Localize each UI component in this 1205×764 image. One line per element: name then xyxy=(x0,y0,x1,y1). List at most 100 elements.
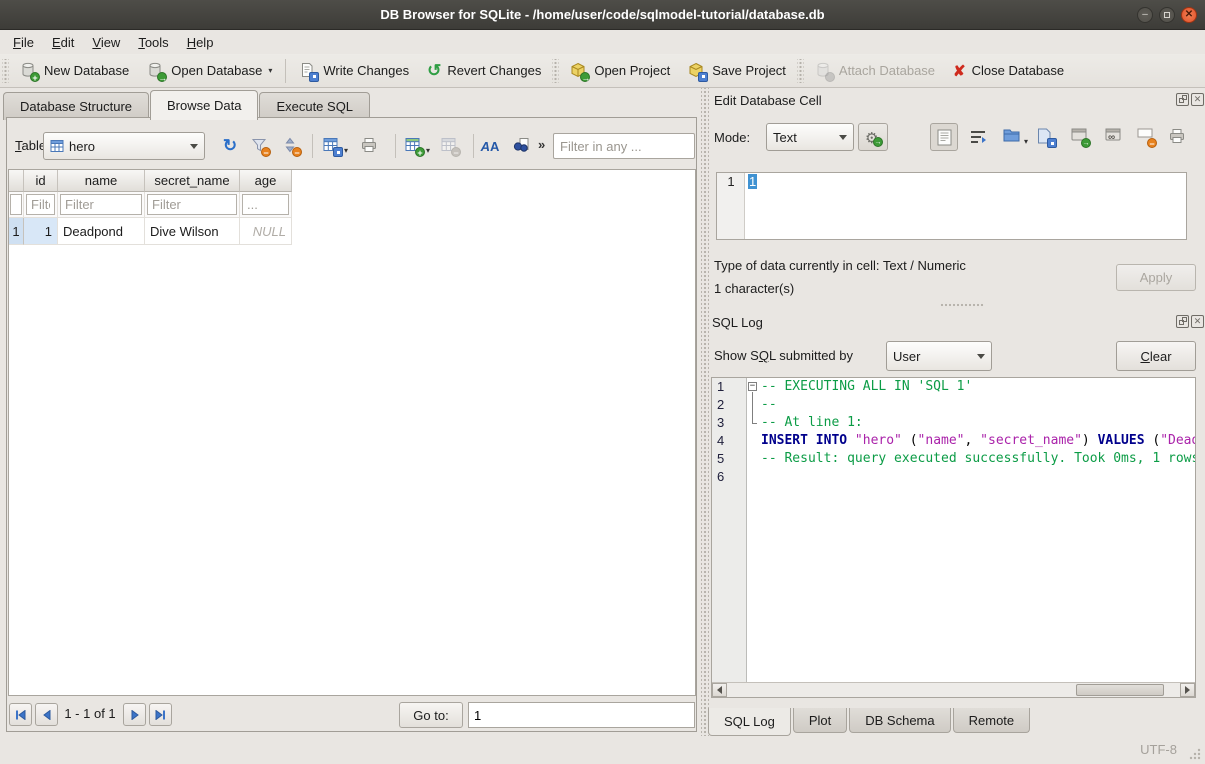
export-table-button[interactable]: ▾ xyxy=(319,133,345,159)
apply-button: Apply xyxy=(1116,264,1196,291)
set-null-button[interactable]: − xyxy=(1134,125,1158,149)
insert-record-icon: + ▾ xyxy=(405,137,423,155)
export-data-button[interactable] xyxy=(1034,125,1058,149)
open-in-external-button[interactable]: → xyxy=(1068,125,1092,149)
column-header-id[interactable]: id xyxy=(24,170,58,192)
goto-button[interactable]: Go to: xyxy=(399,702,463,728)
maximize-button[interactable] xyxy=(1159,7,1175,23)
filter-age-input[interactable] xyxy=(242,194,289,215)
scroll-left-icon xyxy=(717,686,722,694)
save-project-button[interactable]: Save Project xyxy=(679,57,795,85)
float-dock-button[interactable] xyxy=(1176,93,1189,106)
text-mode-button[interactable] xyxy=(930,123,958,151)
menu-file[interactable]: File xyxy=(4,32,43,53)
table-selected-value: hero xyxy=(69,139,95,154)
open-database-dropdown-icon[interactable]: ▾ xyxy=(268,66,272,75)
close-database-button[interactable]: ✘ Close Database xyxy=(944,57,1073,85)
clear-log-button[interactable]: Clear xyxy=(1116,341,1196,371)
insert-record-button[interactable]: + ▾ xyxy=(401,133,427,159)
refresh-button[interactable]: ↻ xyxy=(217,133,243,159)
minimize-button[interactable]: – xyxy=(1137,7,1153,23)
filter-name-input[interactable] xyxy=(60,194,142,215)
filter-any-column-input[interactable] xyxy=(553,133,695,159)
horizontal-scrollbar[interactable] xyxy=(712,682,1195,697)
next-record-button[interactable] xyxy=(123,703,146,726)
word-wrap-button[interactable] xyxy=(966,125,990,149)
goto-record-input[interactable] xyxy=(468,702,695,728)
sql-log-view[interactable]: 1−-- EXECUTING ALL IN 'SQL 1'2--3-- At l… xyxy=(711,377,1196,698)
edit-display-format-button[interactable]: AA xyxy=(477,133,503,159)
filter-secret-name-input[interactable] xyxy=(147,194,237,215)
cell-id[interactable]: 1 xyxy=(24,218,58,245)
menu-tools[interactable]: Tools xyxy=(129,32,177,53)
open-project-button[interactable]: → Open Project xyxy=(561,57,679,85)
tab-execute-sql[interactable]: Execute SQL xyxy=(259,92,370,120)
tab-sql-log[interactable]: SQL Log xyxy=(708,708,791,736)
tab-plot[interactable]: Plot xyxy=(793,708,847,733)
scroll-right-button[interactable] xyxy=(1180,683,1195,697)
filter-name-input[interactable] xyxy=(26,194,55,215)
column-header-age[interactable]: age xyxy=(240,170,292,192)
scroll-left-button[interactable] xyxy=(712,683,727,697)
fold-collapse-icon[interactable]: − xyxy=(748,382,757,391)
menu-help[interactable]: Help xyxy=(178,32,223,53)
column-header-name[interactable]: name xyxy=(58,170,145,192)
scrollbar-thumb[interactable] xyxy=(1076,684,1164,696)
attach-database-icon xyxy=(815,62,833,80)
new-database-button[interactable]: + New Database xyxy=(11,57,138,85)
titlebar[interactable]: DB Browser for SQLite - /home/user/code/… xyxy=(0,0,1205,30)
previous-record-button[interactable] xyxy=(35,703,58,726)
close-button[interactable]: ✕ xyxy=(1181,7,1197,23)
row-header[interactable]: 1 xyxy=(9,218,24,245)
menu-view[interactable]: View xyxy=(83,32,129,53)
print-table-button[interactable] xyxy=(357,133,383,159)
window-controls: – ✕ xyxy=(1137,7,1197,23)
first-record-button[interactable] xyxy=(9,703,32,726)
clear-filters-button[interactable]: − xyxy=(247,133,273,159)
print-cell-button[interactable] xyxy=(1166,125,1190,149)
toolbar-overflow-icon[interactable]: » xyxy=(538,137,545,152)
document-icon xyxy=(937,129,952,146)
record-range-label: 1 - 1 of 1 xyxy=(59,706,121,721)
chevron-down-icon xyxy=(190,144,198,149)
write-changes-button[interactable]: Write Changes xyxy=(290,57,418,85)
cell-name[interactable]: Deadpond xyxy=(58,218,145,245)
menu-edit[interactable]: Edit xyxy=(43,32,83,53)
import-data-button[interactable]: ▾ xyxy=(1000,125,1024,149)
tab-browse-data[interactable]: Browse Data xyxy=(150,90,258,120)
open-database-button[interactable]: → Open Database ▾ xyxy=(138,57,281,85)
export-table-icon: ▾ xyxy=(323,137,341,155)
find-in-table-button[interactable] xyxy=(509,133,535,159)
cell-secret-name[interactable]: Dive Wilson xyxy=(145,218,240,245)
copy-link-button[interactable]: ∞ xyxy=(1102,125,1126,149)
close-dock-button[interactable]: ✕ xyxy=(1191,93,1204,106)
clear-sorting-button[interactable]: − xyxy=(278,133,304,159)
chevron-down-icon xyxy=(839,135,847,140)
main-toolbar: + New Database → Open Database ▾ Write C… xyxy=(0,54,1205,88)
pagination-bar: 1 - 1 of 1 Go to: xyxy=(7,702,696,728)
panel-splitter[interactable] xyxy=(701,88,709,736)
table-selector[interactable]: hero xyxy=(43,132,205,160)
tab-db-schema[interactable]: DB Schema xyxy=(849,708,950,733)
maximize-icon xyxy=(1164,12,1170,18)
tab-remote[interactable]: Remote xyxy=(953,708,1031,733)
cell-char-count: 1 character(s) xyxy=(714,281,794,296)
dock-splitter[interactable] xyxy=(940,302,984,308)
sql-source-selector[interactable]: User xyxy=(886,341,992,371)
cell-editor[interactable]: 1 1 xyxy=(716,172,1187,240)
float-dock-button[interactable] xyxy=(1176,315,1189,328)
column-header-secret-name[interactable]: secret_name xyxy=(145,170,240,192)
auto-switch-mode-button[interactable]: ⚙ → xyxy=(858,123,888,151)
delete-record-button: − xyxy=(437,133,463,159)
last-record-button[interactable] xyxy=(149,703,172,726)
mode-selector[interactable]: Text xyxy=(766,123,854,151)
mode-label: Mode: xyxy=(714,130,750,145)
tab-database-structure[interactable]: Database Structure xyxy=(3,92,149,120)
close-window-icon: ✕ xyxy=(1185,10,1193,20)
data-grid: id name secret_name age 1 1 Deadpond Div… xyxy=(8,169,696,696)
close-dock-button[interactable]: ✕ xyxy=(1191,315,1204,328)
resize-grip[interactable] xyxy=(1188,747,1202,761)
filter-id-input[interactable] xyxy=(10,194,22,215)
revert-changes-button[interactable]: ↺ Revert Changes xyxy=(418,57,550,85)
cell-age[interactable]: NULL xyxy=(240,218,292,245)
